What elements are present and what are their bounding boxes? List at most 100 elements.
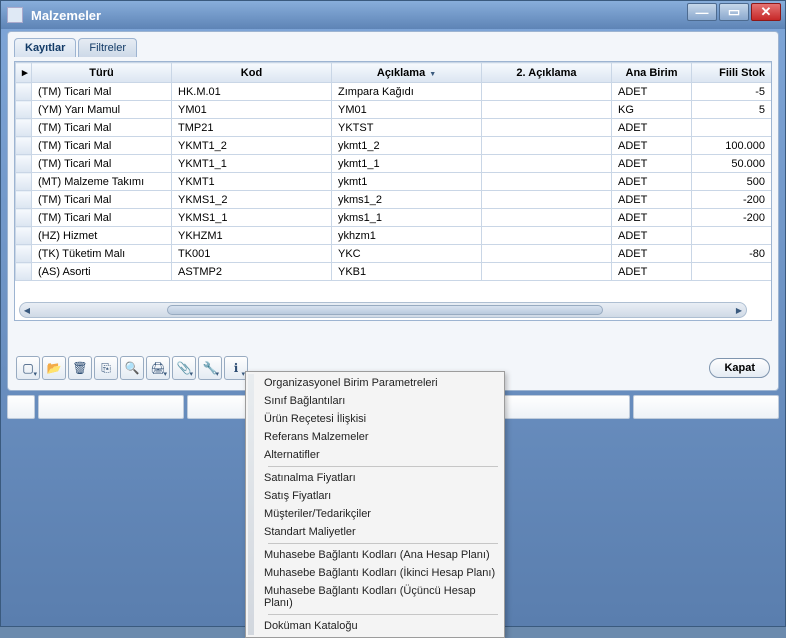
delete-button[interactable]: 🗑	[68, 356, 92, 380]
cell-stok: 5	[692, 101, 772, 119]
new-icon: ▢	[22, 361, 33, 375]
table-row[interactable]: (AS) AsortiASTMP2YKB1ADET	[16, 263, 772, 281]
menu-item[interactable]: Sınıf Bağlantıları	[258, 392, 502, 410]
cell-kod: TMP21	[172, 119, 332, 137]
menu-item[interactable]: Standart Maliyetler	[258, 523, 502, 541]
table-row[interactable]: (TK) Tüketim MalıTK001YKCADET-80	[16, 245, 772, 263]
cell-kod: YKMT1	[172, 173, 332, 191]
row-header[interactable]	[16, 101, 32, 119]
copy-button[interactable]: ⎘	[94, 356, 118, 380]
status-cell-6	[633, 395, 779, 419]
row-header[interactable]	[16, 155, 32, 173]
menu-item[interactable]: Muhasebe Bağlantı Kodları (İkinci Hesap …	[258, 564, 502, 582]
cell-stok: -200	[692, 209, 772, 227]
row-header[interactable]	[16, 173, 32, 191]
cell-aciklama2	[482, 191, 612, 209]
cell-aciklama2	[482, 155, 612, 173]
table-row[interactable]: (TM) Ticari MalHK.M.01Zımpara KağıdıADET…	[16, 83, 772, 101]
cell-stok	[692, 227, 772, 245]
print-button[interactable]: 🖨	[146, 356, 170, 380]
row-selector-header[interactable]: ▸	[16, 63, 32, 83]
table-row[interactable]: (YM) Yarı MamulYM01YM01KG5	[16, 101, 772, 119]
minimize-button[interactable]: —	[687, 3, 717, 21]
cell-aciklama2	[482, 209, 612, 227]
menu-item[interactable]: Ürün Reçetesi İlişkisi	[258, 410, 502, 428]
cell-stok: 50.000	[692, 155, 772, 173]
cell-turu: (TK) Tüketim Malı	[32, 245, 172, 263]
delete-icon: 🗑	[72, 361, 87, 375]
table-row[interactable]: (TM) Ticari MalYKMS1_2ykms1_2ADET-200	[16, 191, 772, 209]
new-button[interactable]: ▢	[16, 356, 40, 380]
maximize-button[interactable]: ▭	[719, 3, 749, 21]
tab-filters[interactable]: Filtreler	[78, 38, 137, 57]
cell-stok	[692, 263, 772, 281]
col-kod[interactable]: Kod	[172, 63, 332, 83]
titlebar: Malzemeler — ▭ ✕	[1, 1, 785, 29]
row-header[interactable]	[16, 137, 32, 155]
cell-aciklama2	[482, 101, 612, 119]
menu-separator	[268, 614, 498, 615]
col-turu[interactable]: Türü	[32, 63, 172, 83]
tools-button[interactable]: 🔧	[198, 356, 222, 380]
menu-item[interactable]: Muhasebe Bağlantı Kodları (Ana Hesap Pla…	[258, 546, 502, 564]
scroll-thumb[interactable]	[167, 305, 603, 315]
menu-item[interactable]: Müşteriler/Tedarikçiler	[258, 505, 502, 523]
cell-stok	[692, 119, 772, 137]
menu-item[interactable]: Organizasyonel Birim Parametreleri	[258, 374, 502, 392]
cell-kod: HK.M.01	[172, 83, 332, 101]
open-button[interactable]: 📂	[42, 356, 66, 380]
attach-button[interactable]: 📎	[172, 356, 196, 380]
menu-separator	[268, 466, 498, 467]
cell-aciklama: YM01	[332, 101, 482, 119]
menu-item[interactable]: Satınalma Fiyatları	[258, 469, 502, 487]
col-anabirim[interactable]: Ana Birim	[612, 63, 692, 83]
menu-item[interactable]: Muhasebe Bağlantı Kodları (Üçüncü Hesap …	[258, 582, 502, 612]
table-row[interactable]: (TM) Ticari MalTMP21YKTSTADET	[16, 119, 772, 137]
cell-turu: (TM) Ticari Mal	[32, 83, 172, 101]
cell-aciklama: YKB1	[332, 263, 482, 281]
cell-aciklama: Zımpara Kağıdı	[332, 83, 482, 101]
menu-item[interactable]: Alternatifler	[258, 446, 502, 464]
col-aciklama[interactable]: Açıklama▼	[332, 63, 482, 83]
tool-icon: 🔧	[203, 361, 218, 375]
cell-aciklama: YKTST	[332, 119, 482, 137]
col-aciklama2[interactable]: 2. Açıklama	[482, 63, 612, 83]
cell-turu: (TM) Ticari Mal	[32, 191, 172, 209]
row-header[interactable]	[16, 263, 32, 281]
row-header[interactable]	[16, 227, 32, 245]
table-row[interactable]: (MT) Malzeme TakımıYKMT1ykmt1ADET500	[16, 173, 772, 191]
table-row[interactable]: (HZ) HizmetYKHZM1ykhzm1ADET	[16, 227, 772, 245]
cell-stok: 500	[692, 173, 772, 191]
tab-records[interactable]: Kayıtlar	[14, 38, 76, 57]
close-window-button[interactable]: ✕	[751, 3, 781, 21]
cell-kod: YKMT1_2	[172, 137, 332, 155]
menu-item[interactable]: Referans Malzemeler	[258, 428, 502, 446]
cell-aciklama2	[482, 227, 612, 245]
close-button[interactable]: Kapat	[709, 358, 770, 378]
cell-aciklama: ykhzm1	[332, 227, 482, 245]
row-header[interactable]	[16, 209, 32, 227]
menu-item[interactable]: Satış Fiyatları	[258, 487, 502, 505]
records-table: ▸ Türü Kod Açıklama▼ 2. Açıklama Ana Bir…	[15, 62, 772, 281]
row-header[interactable]	[16, 119, 32, 137]
cell-anabirim: ADET	[612, 119, 692, 137]
menu-item[interactable]: Doküman Kataloğu	[258, 617, 502, 635]
table-row[interactable]: (TM) Ticari MalYKMS1_1ykms1_1ADET-200	[16, 209, 772, 227]
cell-aciklama: ykms1_1	[332, 209, 482, 227]
table-row[interactable]: (TM) Ticari MalYKMT1_1ykmt1_1ADET50.000	[16, 155, 772, 173]
scroll-right-icon[interactable]: ▶	[732, 303, 746, 317]
cell-stok: -5	[692, 83, 772, 101]
row-header[interactable]	[16, 83, 32, 101]
horizontal-scrollbar[interactable]: ◀ ▶	[19, 302, 747, 318]
row-header[interactable]	[16, 191, 32, 209]
col-fiilistok[interactable]: Fiili Stok	[692, 63, 772, 83]
table-row[interactable]: (TM) Ticari MalYKMT1_2ykmt1_2ADET100.000	[16, 137, 772, 155]
cell-anabirim: ADET	[612, 155, 692, 173]
cell-kod: YKHZM1	[172, 227, 332, 245]
find-icon: 🔍	[125, 361, 140, 375]
find-button[interactable]: 🔍	[120, 356, 144, 380]
row-header[interactable]	[16, 245, 32, 263]
cell-kod: YKMS1_1	[172, 209, 332, 227]
scroll-left-icon[interactable]: ◀	[20, 303, 34, 317]
window-buttons: — ▭ ✕	[687, 3, 781, 21]
